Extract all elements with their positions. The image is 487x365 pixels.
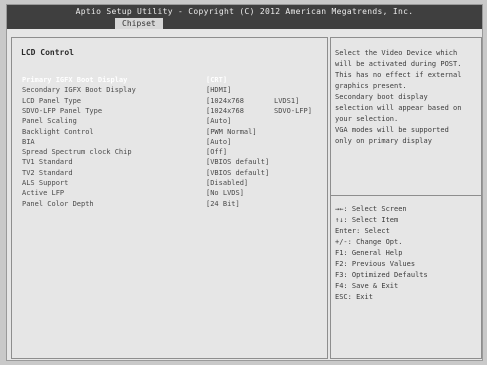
setting-label: SDVO-LFP Panel Type (22, 106, 103, 115)
help-panel: Select the Video Device which will be ac… (330, 37, 482, 359)
setting-label: BIA (22, 137, 35, 146)
setting-value[interactable]: [Auto] (206, 137, 231, 147)
setting-label: LCD Panel Type (22, 96, 82, 105)
setting-value-extra: LVDS1] (274, 96, 300, 105)
key-legend-item: F3: Optimized Defaults (335, 271, 428, 279)
settings-panel: LCD Control Primary IGFX Boot Display [CR… (11, 37, 328, 359)
setting-value[interactable]: [Disabled] (206, 178, 248, 188)
key-legend-item: →←: Select Screen (335, 205, 407, 213)
key-legend-item: F1: General Help (335, 249, 403, 257)
key-legend-item: ↑↓: Select Item (335, 216, 399, 224)
setting-label: Spread Spectrum clock Chip (22, 148, 132, 157)
setting-value[interactable]: [VBIOS default] (206, 168, 269, 178)
setting-value[interactable]: [Off] (206, 147, 227, 157)
setting-value[interactable]: [Auto] (206, 116, 231, 126)
key-legend-item: ESC: Exit (335, 293, 373, 301)
setting-row[interactable]: BIA [Auto] (12, 137, 327, 147)
setting-value[interactable]: [No LVDS] (206, 188, 244, 198)
setting-row[interactable]: TV2 Standard [VBIOS default] (12, 168, 327, 178)
setting-value[interactable]: [VBIOS default] (206, 157, 269, 167)
setting-row[interactable]: TV1 Standard [VBIOS default] (12, 157, 327, 167)
setting-label: Primary IGFX Boot Display (22, 76, 128, 84)
setting-row[interactable]: Panel Color Depth [24 Bit] (12, 199, 327, 209)
header-title: Aptio Setup Utility - Copyright (C) 2012… (75, 7, 414, 16)
setting-label: Panel Scaling (22, 117, 77, 126)
key-legend-item: +/-: Change Opt. (335, 238, 403, 246)
key-legend-item: Enter: Select (335, 227, 390, 235)
setting-row[interactable]: ALS Support [Disabled] (12, 178, 327, 188)
setting-value[interactable]: [1024x768 (206, 106, 244, 116)
setting-label: TV2 Standard (22, 168, 73, 177)
setting-row[interactable]: Backlight Control [PWM Normal] (12, 127, 327, 137)
setting-label: TV1 Standard (22, 158, 73, 167)
setting-row[interactable]: Panel Scaling [Auto] (12, 116, 327, 126)
setting-label: Backlight Control (22, 127, 94, 136)
setting-row[interactable]: Primary IGFX Boot Display [CRT] (12, 75, 327, 85)
setting-label: ALS Support (22, 179, 69, 187)
setting-row[interactable]: Active LFP [No LVDS] (12, 188, 327, 198)
header-bar: Aptio Setup Utility - Copyright (C) 2012… (7, 5, 482, 29)
setting-label: Panel Color Depth (22, 199, 94, 208)
bios-screen: Aptio Setup Utility - Copyright (C) 2012… (6, 4, 483, 361)
setting-value[interactable]: [PWM Normal] (206, 127, 257, 137)
help-text: Select the Video Device which will be ac… (335, 49, 462, 145)
setting-label: Active LFP (22, 189, 65, 198)
key-legend-item: F2: Previous Values (335, 260, 416, 268)
setting-row[interactable]: LCD Panel Type [1024x768 LVDS1] (12, 96, 327, 106)
setting-value-extra: SDVO-LFP] (274, 106, 312, 115)
key-legend: →←: Select Screen ↑↓: Select Item Enter: S… (335, 204, 479, 303)
setting-row[interactable]: SDVO-LFP Panel Type [1024x768 SDVO-LFP] (12, 106, 327, 116)
setting-label: Secondary IGFX Boot Display (22, 86, 136, 95)
tab-chipset[interactable]: Chipset (115, 18, 163, 29)
section-title: LCD Control (21, 48, 74, 57)
setting-value[interactable]: [24 Bit] (206, 199, 240, 209)
setting-value[interactable]: [1024x768 (206, 96, 244, 106)
setting-value[interactable]: [CRT] (206, 75, 227, 85)
setting-row[interactable]: Spread Spectrum clock Chip [Off] (12, 147, 327, 157)
key-legend-item: F4: Save & Exit (335, 282, 399, 290)
setting-value[interactable]: [HDMI] (206, 85, 231, 95)
setting-row[interactable]: Secondary IGFX Boot Display [HDMI] (12, 85, 327, 95)
help-divider (331, 195, 481, 196)
